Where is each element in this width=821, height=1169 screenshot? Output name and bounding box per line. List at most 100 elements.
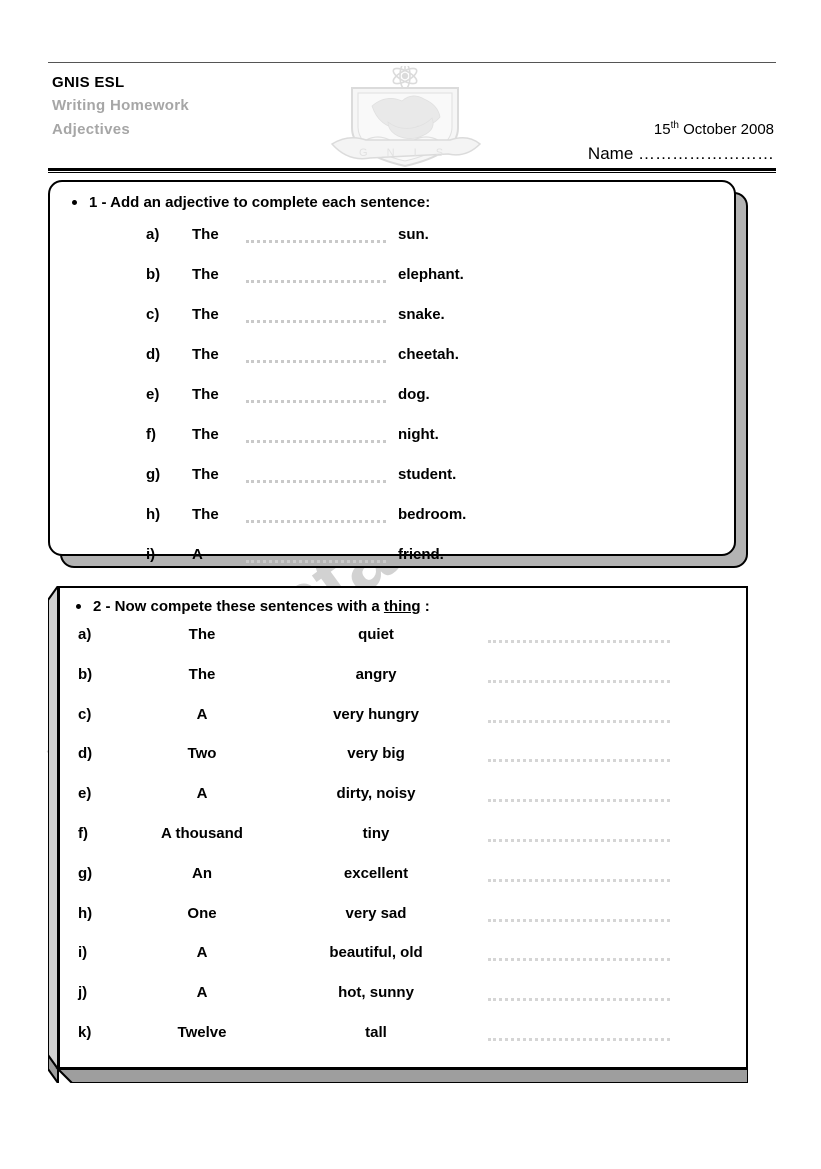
answer-blank[interactable] xyxy=(488,638,670,643)
exercise-1-item: c) The snake. xyxy=(50,306,738,346)
answer-blank[interactable] xyxy=(246,238,386,243)
item-letter: e) xyxy=(146,386,160,403)
item-letter: h) xyxy=(146,506,161,523)
header-bottom-rule xyxy=(48,168,776,171)
header-title-block: GNIS ESL Writing Homework Adjectives xyxy=(52,72,189,142)
item-letter: b) xyxy=(146,266,161,283)
answer-blank[interactable] xyxy=(246,478,386,483)
item-noun: night. xyxy=(398,426,439,443)
item-letter: j) xyxy=(78,984,88,1002)
crest-banner-text: G N I S xyxy=(359,147,451,159)
date-text: 15th October 2008 xyxy=(588,120,774,138)
exercise-2-heading-after: : xyxy=(420,598,430,615)
answer-blank[interactable] xyxy=(488,837,670,842)
answer-blank[interactable] xyxy=(488,877,670,882)
date-rest: October 2008 xyxy=(678,121,774,138)
answer-blank[interactable] xyxy=(488,678,670,683)
item-letter: f) xyxy=(78,824,88,842)
date-suffix: th xyxy=(670,120,679,131)
answer-blank[interactable] xyxy=(246,278,386,283)
exercise-1-item: i) Afriend. xyxy=(50,546,738,586)
exercise-2-heading-underlined: thing xyxy=(383,598,421,615)
exercise-2-item: g) An excellent xyxy=(58,865,748,905)
exercise-1-item: g) The student. xyxy=(50,466,738,506)
answer-blank[interactable] xyxy=(246,358,386,363)
header-meta-block: 15th October 2008 Name …………………… xyxy=(588,120,774,164)
item-determiner: One xyxy=(187,904,217,922)
item-letter: b) xyxy=(78,665,93,683)
item-letter: c) xyxy=(146,306,160,323)
item-noun: elephant. xyxy=(398,266,464,283)
exercise-2-item: k) Twelve tall xyxy=(58,1024,748,1064)
item-adjective: beautiful, old xyxy=(329,944,423,962)
page-header: GNIS ESL Writing Homework Adjectives G N… xyxy=(48,62,776,173)
exercise-2-item: f) A thousand tiny xyxy=(58,825,748,865)
exercise-2-item: h) One very sad xyxy=(58,905,748,945)
item-noun: friend. xyxy=(398,546,444,563)
exercise-2-heading-before: 2 - Now compete these sentences with a xyxy=(93,598,384,615)
answer-blank[interactable] xyxy=(488,956,670,962)
date-day: 15 xyxy=(653,121,671,138)
answer-blank[interactable] xyxy=(488,718,670,723)
exercise-2-item: c) Avery hungry xyxy=(58,706,748,746)
item-letter: c) xyxy=(78,705,92,723)
item-noun: bedroom. xyxy=(398,506,467,523)
answer-blank[interactable] xyxy=(246,398,386,403)
item-determiner: A xyxy=(192,546,203,563)
answer-blank[interactable] xyxy=(488,797,670,803)
exercise-1-item: a) The sun. xyxy=(50,226,738,266)
name-field-label[interactable]: Name …………………… xyxy=(588,144,774,164)
bullet-icon xyxy=(72,199,77,205)
answer-blank[interactable] xyxy=(246,318,386,323)
exercise-1-item: h) The bedroom. xyxy=(50,506,738,546)
item-letter: a) xyxy=(78,626,92,643)
item-noun: dog. xyxy=(398,386,430,403)
exercise-2-item: b) The angry xyxy=(58,666,748,706)
header-bottom-rule-2 xyxy=(48,172,776,173)
item-letter: d) xyxy=(78,745,93,763)
page-subtitle-assignment: Writing Homework xyxy=(52,97,190,114)
item-determiner: The xyxy=(192,346,219,363)
item-letter: g) xyxy=(78,864,93,882)
item-determiner: The xyxy=(192,266,219,283)
item-adjective: tall xyxy=(365,1023,387,1041)
item-determiner: Two xyxy=(187,745,217,763)
header-top-rule xyxy=(48,62,776,63)
answer-blank[interactable] xyxy=(246,518,386,523)
item-determiner: Twelve xyxy=(177,1023,227,1041)
exercise-2-item: d) Two very big xyxy=(58,745,748,785)
exercise-1-item: f) The night. xyxy=(50,426,738,466)
item-letter: e) xyxy=(78,785,92,803)
item-letter: a) xyxy=(146,226,160,243)
exercise-1-section: 1 - Add an adjective to complete each se… xyxy=(48,180,760,580)
item-determiner: A xyxy=(196,785,208,803)
answer-blank[interactable] xyxy=(488,917,670,922)
answer-blank[interactable] xyxy=(246,558,386,563)
item-adjective: very big xyxy=(347,745,405,763)
item-determiner: The xyxy=(192,306,219,323)
item-adjective: hot, sunny xyxy=(338,984,414,1002)
exercise-2-heading: 2 - Now compete these sentences with a t… xyxy=(76,598,430,615)
item-determiner: The xyxy=(192,466,219,483)
item-letter: i) xyxy=(78,944,88,962)
answer-blank[interactable] xyxy=(488,757,670,763)
exercise-1-heading: 1 - Add an adjective to complete each se… xyxy=(72,194,430,211)
exercise-2-item: i) Abeautiful, old xyxy=(58,944,748,984)
exercise-2-item: a) The quiet xyxy=(58,626,748,666)
item-adjective: quiet xyxy=(358,626,394,643)
item-letter: k) xyxy=(78,1023,92,1041)
answer-blank[interactable] xyxy=(246,438,386,443)
item-letter: d) xyxy=(146,346,161,363)
item-letter: f) xyxy=(146,426,156,443)
item-letter: h) xyxy=(78,904,93,922)
item-determiner: The xyxy=(192,226,219,243)
bullet-icon xyxy=(76,603,81,609)
item-determiner: A thousand xyxy=(161,824,243,842)
answer-blank[interactable] xyxy=(488,1036,670,1041)
page-title: GNIS ESL xyxy=(52,74,125,91)
item-adjective: very hungry xyxy=(333,705,419,723)
item-letter: g) xyxy=(146,466,161,483)
item-adjective: very sad xyxy=(345,904,407,922)
answer-blank[interactable] xyxy=(488,996,670,1002)
item-adjective: angry xyxy=(355,665,397,683)
